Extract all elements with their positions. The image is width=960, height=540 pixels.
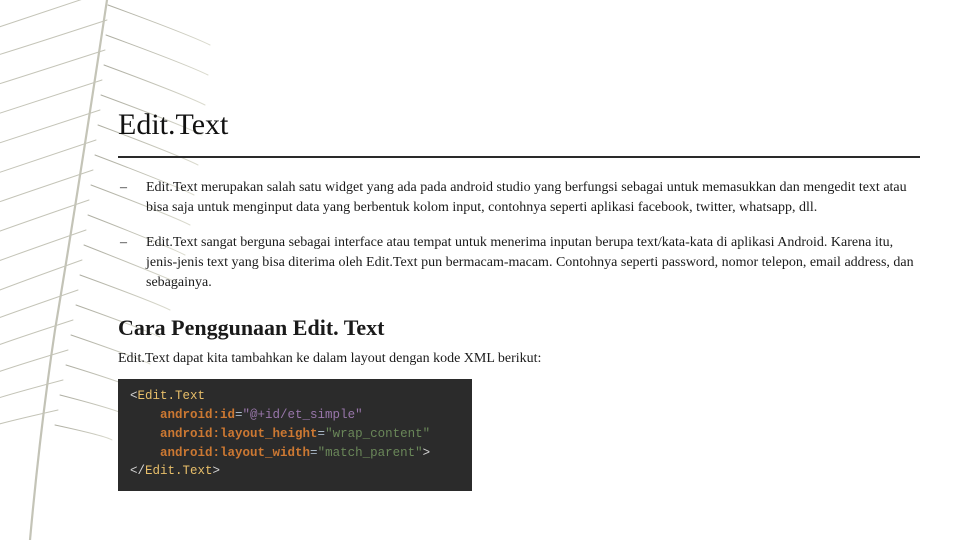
bullet-item: Edit.Text merupakan salah satu widget ya… xyxy=(118,178,920,219)
subheading: Cara Penggunaan Edit. Text xyxy=(118,315,920,341)
intro-text: Edit.Text dapat kita tambahkan ke dalam … xyxy=(118,351,920,367)
bullet-item: Edit.Text sangat berguna sebagai interfa… xyxy=(118,233,920,294)
xml-code-block: <Edit.Text android:id="@+id/et_simple" a… xyxy=(118,379,472,491)
bullet-list: Edit.Text merupakan salah satu widget ya… xyxy=(118,178,920,293)
slide-content: Edit.Text Edit.Text merupakan salah satu… xyxy=(118,108,920,491)
title-rule xyxy=(118,156,920,158)
slide-title: Edit.Text xyxy=(118,108,920,142)
